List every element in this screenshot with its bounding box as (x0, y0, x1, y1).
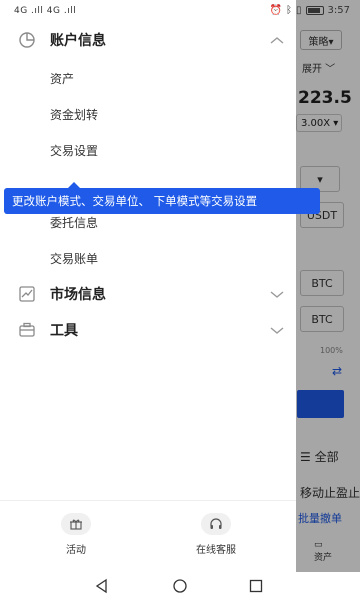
section-account-info[interactable]: 账户信息 (0, 22, 296, 58)
toolbox-icon (19, 322, 35, 337)
dim-overlay[interactable] (296, 0, 360, 572)
tooltip-text: 更改账户模式、交易单位、 下单模式等交易设置 (12, 194, 258, 208)
activity-button[interactable]: 活动 (36, 513, 116, 556)
headset-icon (201, 513, 231, 535)
status-bar: 4G .ıll 4G .ıll ⏰ ᛒ ▯ 3:57 (0, 0, 360, 22)
section-tools[interactable]: 工具 (0, 312, 296, 348)
side-drawer: 账户信息 资产 资金划转 交易设置 更改账户模式、交易单位、 下单模式等交易设置… (0, 22, 320, 572)
bluetooth-icon: ᛒ (286, 5, 293, 16)
home-icon[interactable] (172, 578, 188, 594)
section-account-info-label: 账户信息 (50, 33, 106, 49)
vibrate-icon: ▯ (296, 5, 302, 16)
chevron-down-icon[interactable] (270, 289, 284, 299)
chart-icon (19, 286, 35, 302)
chevron-up-icon[interactable] (270, 35, 284, 45)
activity-label: 活动 (66, 545, 86, 556)
online-support-button[interactable]: 在线客服 (176, 513, 256, 556)
clock: 3:57 (327, 5, 350, 16)
menu-item-trade-settings[interactable]: 交易设置 (50, 142, 98, 159)
back-icon[interactable] (94, 578, 110, 594)
pie-chart-icon (19, 32, 35, 48)
alarm-icon: ⏰ (269, 5, 283, 16)
trade-settings-tooltip: 更改账户模式、交易单位、 下单模式等交易设置 (4, 188, 320, 214)
drawer-bottom-bar: 活动 在线客服 (0, 500, 296, 572)
signal-indicator: 4G .ıll 4G .ıll (14, 6, 77, 16)
battery-icon (305, 6, 324, 15)
gift-icon (61, 513, 91, 535)
system-nav-bar (0, 572, 360, 600)
online-support-label: 在线客服 (196, 545, 236, 556)
section-market-info-label: 市场信息 (50, 287, 106, 303)
menu-item-order-info[interactable]: 委托信息 (50, 214, 98, 231)
recents-icon[interactable] (248, 578, 264, 594)
menu-item-fund-transfer[interactable]: 资金划转 (50, 106, 98, 123)
menu-item-assets[interactable]: 资产 (50, 70, 74, 87)
chevron-down-icon[interactable] (270, 325, 284, 335)
section-tools-label: 工具 (50, 323, 78, 339)
section-market-info[interactable]: 市场信息 (0, 276, 296, 312)
menu-item-trade-bill[interactable]: 交易账单 (50, 250, 98, 267)
